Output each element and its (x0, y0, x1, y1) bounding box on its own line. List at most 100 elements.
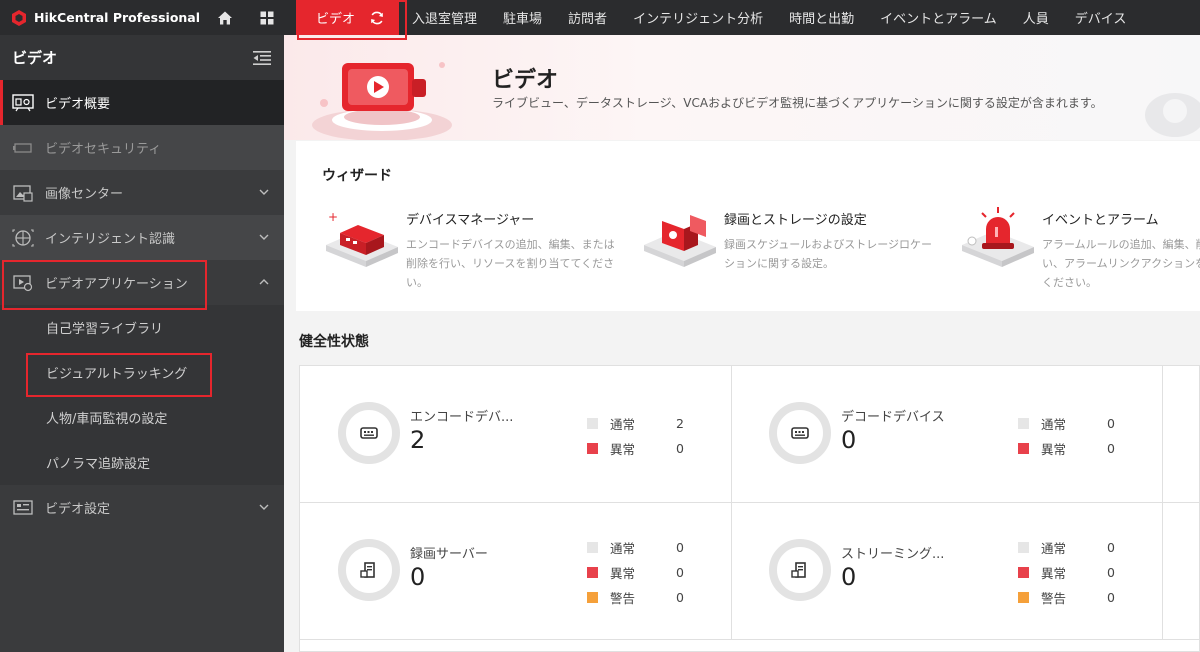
nav-tab-visitors[interactable]: 訪問者 (555, 0, 620, 35)
home-icon (218, 11, 232, 24)
wizard-title: ウィザード (322, 168, 392, 184)
page-description: ライブビュー、データストレージ、VCAおよびビデオ監視に基づくアプリケーションに… (492, 96, 1103, 110)
sidebar-item-label: 画像センター (45, 187, 124, 202)
recognition-icon (12, 228, 34, 247)
legend-label: 通常 (1041, 541, 1067, 556)
nav-tab-personnel[interactable]: 人員 (1010, 0, 1062, 35)
wizard-panel: ウィザード + デバイスマネージャー エンコードデバイスの追加、編集、または削除… (296, 141, 1200, 311)
health-card-count: 0 (841, 563, 857, 591)
legend-value: 0 (1107, 416, 1115, 431)
chevron-down-icon (259, 234, 269, 240)
legend-swatch (587, 592, 598, 603)
sidebar-item-intelligent-recognition[interactable]: インテリジェント認識 (0, 215, 284, 260)
wizard-card-title: 録画とストレージの設定 (724, 213, 867, 228)
health-card-name: デコードデバイス (841, 410, 945, 425)
main-nav: ビデオ 入退室管理 駐車場 訪問者 インテリジェント分析 時間と出勤 イベントと… (296, 0, 1139, 35)
health-card-count: 2 (410, 426, 426, 454)
health-card-name: ストリーミング... (841, 547, 945, 562)
sidebar-item-label: インテリジェント認識 (45, 232, 176, 247)
nav-tab-intelligent-analysis[interactable]: インテリジェント分析 (620, 0, 776, 35)
health-card-count: 0 (841, 426, 857, 454)
collapse-sidebar-icon[interactable] (252, 50, 272, 66)
legend-row-error: 異常 0 (587, 560, 684, 585)
nav-tab-events-alarms[interactable]: イベントとアラーム (867, 0, 1010, 35)
health-card-name: 録画サーバー (410, 547, 488, 562)
nav-tab-video[interactable]: ビデオ (296, 0, 400, 35)
decoder-icon (791, 427, 809, 439)
wizard-card-description: アラームルールの追加、編集、削除を行い、アラームリンクアクションを設定してくださ… (1042, 238, 1200, 289)
image-icon (13, 184, 33, 202)
health-card-name: エンコードデバ... (410, 410, 514, 425)
legend-label: 警告 (1041, 591, 1067, 606)
sidebar-item-label: ビデオアプリケーション (45, 277, 188, 292)
wizard-card-events-alarms[interactable]: イベントとアラーム アラームルールの追加、編集、削除を行い、アラームリンクアクシ… (958, 201, 1200, 291)
legend-label: 通常 (1041, 417, 1067, 432)
sidebar-item-video-settings[interactable]: ビデオ設定 (0, 485, 284, 530)
health-status-title: 健全性状態 (299, 334, 369, 350)
health-legend: 通常 0 異常 0 警告 0 (1018, 535, 1115, 610)
health-card-encoding-devices[interactable]: エンコードデバ... 2 通常 2 異常 0 (300, 366, 732, 503)
video-illustration-icon (312, 62, 452, 140)
streaming-server-icon (791, 562, 806, 578)
sidebar-item-label: ビデオセキュリティ (45, 142, 162, 157)
health-legend: 通常 0 異常 0 警告 0 (587, 535, 684, 610)
health-ring (769, 402, 831, 464)
hikcentral-logo-icon (12, 9, 26, 26)
legend-swatch (1018, 592, 1029, 603)
health-ring (338, 402, 400, 464)
chevron-down-icon (259, 189, 269, 195)
health-legend: 通常 2 異常 0 (587, 411, 684, 461)
health-card-decoding-devices[interactable]: デコードデバイス 0 通常 0 異常 0 (731, 366, 1163, 503)
health-ring (338, 539, 400, 601)
nav-tab-label: ビデオ (316, 12, 356, 27)
main-content: ビデオ ライブビュー、データストレージ、VCAおよびビデオ監視に基づくアプリケー… (284, 35, 1200, 652)
nav-tab-devices[interactable]: デバイス (1062, 0, 1140, 35)
legend-swatch (1018, 542, 1029, 553)
device-manager-icon: + (326, 210, 398, 267)
camera-icon (13, 142, 32, 153)
legend-value: 0 (1107, 565, 1115, 580)
sidebar-item-video-overview[interactable]: ビデオ概要 (0, 80, 284, 125)
sidebar-subitem-visual-tracking[interactable]: ビジュアルトラッキング (0, 350, 284, 395)
nav-tab-parking[interactable]: 駐車場 (490, 0, 555, 35)
wizard-card-title: デバイスマネージャー (406, 213, 535, 228)
sidebar-title: ビデオ (12, 49, 58, 67)
legend-row-warning: 警告 0 (1018, 585, 1115, 610)
legend-row-normal: 通常 2 (587, 411, 684, 436)
legend-swatch (587, 443, 598, 454)
legend-value: 0 (1107, 441, 1115, 456)
home-button[interactable] (204, 0, 246, 35)
nav-tab-time-attendance[interactable]: 時間と出勤 (776, 0, 867, 35)
sidebar-item-label: ビデオ概要 (45, 97, 111, 112)
legend-row-error: 異常 0 (587, 436, 684, 461)
health-card-partial (1162, 366, 1200, 503)
legend-label: 通常 (610, 541, 636, 556)
sidebar-subitem-panorama-tracking[interactable]: パノラマ追跡設定 (0, 440, 284, 485)
sidebar-item-video-application[interactable]: ビデオアプリケーション (0, 260, 284, 305)
recording-server-icon (360, 562, 375, 578)
brand: HikCentral Professional (0, 9, 204, 27)
sidebar-subitem-self-learning-library[interactable]: 自己学習ライブラリ (0, 305, 284, 350)
legend-value: 0 (676, 565, 684, 580)
health-card-recording-server[interactable]: 録画サーバー 0 通常 0 異常 0 警告 0 (300, 503, 732, 640)
app-name: HikCentral Professional (34, 10, 201, 25)
apps-grid-button[interactable] (246, 0, 288, 35)
legend-row-normal: 通常 0 (1018, 535, 1115, 560)
page-title: ビデオ (492, 68, 559, 93)
legend-value: 0 (1107, 540, 1115, 555)
sidebar-header: ビデオ (0, 35, 284, 80)
sidebar-item-video-security[interactable]: ビデオセキュリティ (0, 125, 284, 170)
legend-row-error: 異常 0 (1018, 436, 1115, 461)
legend-label: 警告 (610, 591, 636, 606)
wizard-card-description: 録画スケジュールおよびストレージロケーションに関する設定。 (724, 238, 933, 270)
sidebar-item-image-center[interactable]: 画像センター (0, 170, 284, 215)
health-card-streaming-server[interactable]: ストリーミング... 0 通常 0 異常 0 警告 0 (731, 503, 1163, 640)
sidebar-subitem-person-vehicle-monitoring[interactable]: 人物/車両監視の設定 (0, 395, 284, 440)
wizard-card-recording-storage[interactable]: 録画とストレージの設定 録画スケジュールおよびストレージロケーションに関する設定… (640, 201, 950, 291)
health-ring (769, 539, 831, 601)
nav-tab-access-control[interactable]: 入退室管理 (399, 0, 490, 35)
refresh-icon[interactable] (369, 10, 385, 26)
wizard-card-device-manager[interactable]: + デバイスマネージャー エンコードデバイスの追加、編集、または削除を行い、リソ… (322, 201, 632, 291)
legend-row-normal: 通常 0 (587, 535, 684, 560)
video-settings-icon (13, 499, 33, 515)
